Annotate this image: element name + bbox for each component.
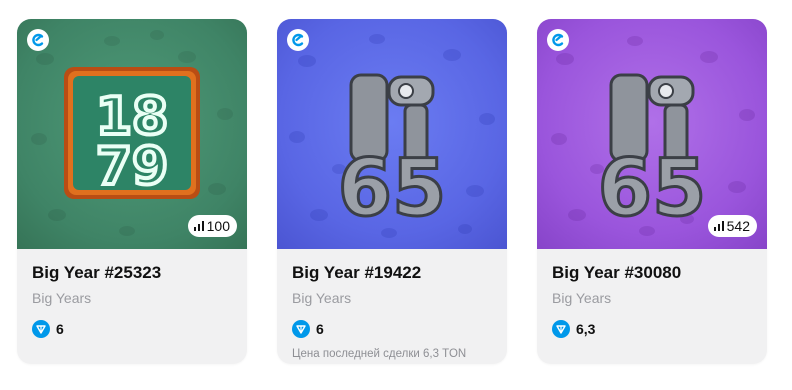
art-digits: 65: [598, 144, 707, 234]
robot-digits-art: 65: [336, 73, 448, 236]
ton-diamond-icon: [32, 320, 50, 338]
nft-image: 18 79 100: [17, 19, 247, 249]
rarity-badge: 542: [707, 215, 757, 237]
art-digits-bottom: 79: [96, 137, 168, 197]
nft-image: 65 542: [537, 19, 767, 249]
ton-diamond-icon: [552, 320, 570, 338]
signal-bars-icon: [713, 221, 724, 231]
getgems-logo-icon: [287, 29, 309, 51]
nft-grid: 18 79 100 Big Year #25323 Big Years 6 65…: [0, 0, 792, 390]
nft-title: Big Year #19422: [292, 263, 422, 282]
nft-card[interactable]: 65 Big Year #19422 Big Years 6 Цена посл…: [277, 19, 507, 364]
nft-card[interactable]: 65 542 Big Year #30080 Big Years 6,3: [537, 19, 767, 364]
collection-name[interactable]: Big Years: [292, 289, 492, 307]
price-row: 6: [32, 319, 232, 339]
signal-bars-icon: [193, 221, 204, 231]
ton-diamond-icon: [292, 320, 310, 338]
price-value: 6: [56, 321, 64, 337]
collection-name[interactable]: Big Years: [32, 289, 232, 307]
collection-name[interactable]: Big Years: [552, 289, 752, 307]
nft-image: 65: [277, 19, 507, 249]
nft-title: Big Year #30080: [552, 263, 682, 282]
getgems-logo-icon: [27, 29, 49, 51]
nft-card[interactable]: 18 79 100 Big Year #25323 Big Years 6: [17, 19, 247, 364]
rarity-badge: 100: [187, 215, 237, 237]
getgems-logo-icon: [547, 29, 569, 51]
price-value: 6,3: [576, 321, 596, 337]
last-sale-text: Цена последней сделки 6,3 TON: [292, 348, 467, 360]
rarity-value: 100: [206, 218, 230, 234]
price-row: 6,3: [552, 319, 752, 339]
art-digits: 65: [338, 144, 447, 234]
price-value: 6: [316, 321, 324, 337]
rarity-value: 542: [726, 218, 750, 234]
price-row: 6: [292, 319, 492, 339]
nft-title: Big Year #25323: [32, 263, 162, 282]
